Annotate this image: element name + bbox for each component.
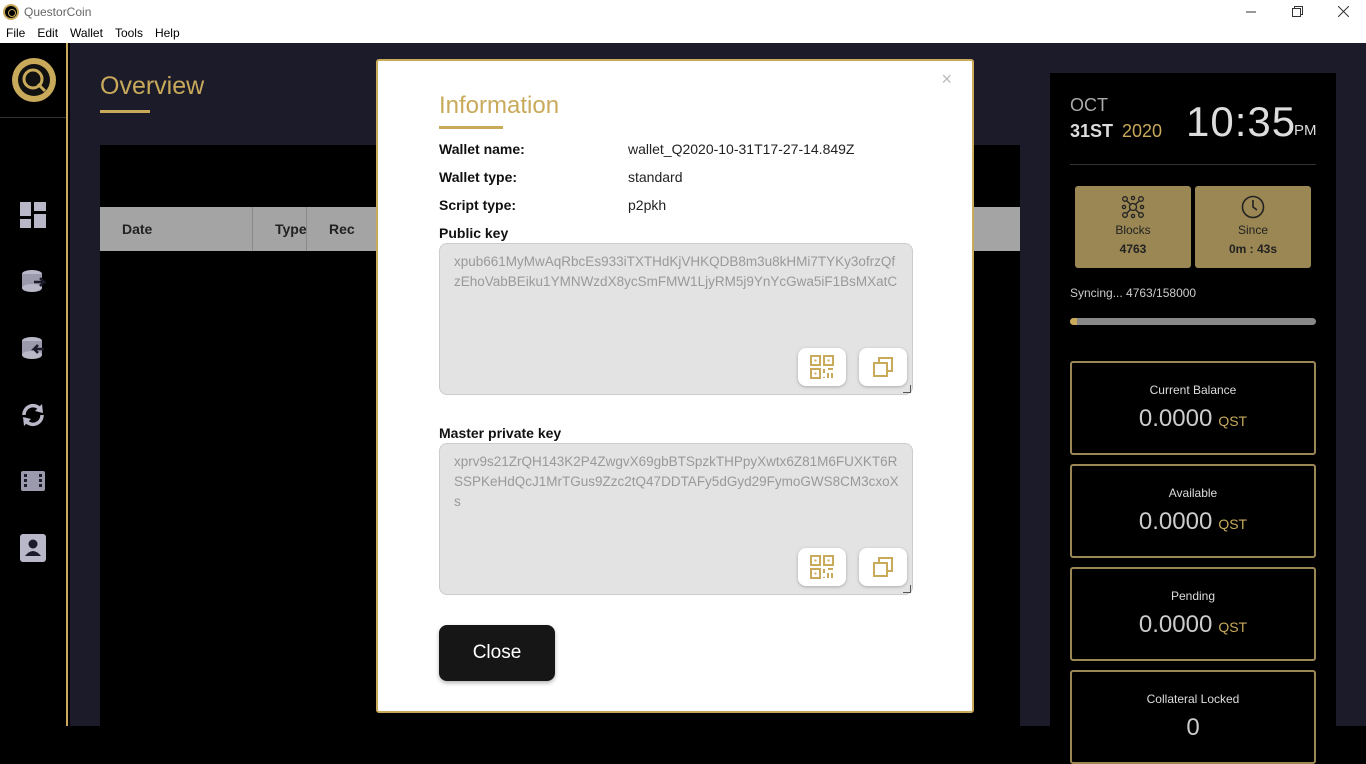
wallet-name-value: wallet_Q2020-10-31T17-27-14.849Z bbox=[628, 141, 855, 157]
script-type-value: p2pkh bbox=[628, 197, 667, 213]
copy-icon bbox=[873, 557, 893, 577]
minimize-icon[interactable] bbox=[1228, 0, 1274, 23]
restore-icon[interactable] bbox=[1274, 0, 1320, 23]
wallet-type-value: standard bbox=[628, 169, 683, 185]
close-button[interactable]: Close bbox=[439, 625, 555, 681]
dialog-title-underline bbox=[439, 126, 503, 129]
menu-help[interactable]: Help bbox=[149, 26, 186, 40]
resize-grip-icon[interactable] bbox=[903, 385, 911, 393]
menu-tools[interactable]: Tools bbox=[109, 26, 149, 40]
dialog-title: Information bbox=[439, 92, 560, 119]
close-window-icon[interactable] bbox=[1320, 0, 1366, 23]
private-key-copy-button[interactable] bbox=[859, 548, 907, 586]
master-private-key-field[interactable]: xprv9s21ZrQH143K2P4ZwgvX69gbBTSpzkTHPpyX… bbox=[439, 443, 913, 595]
qr-code-icon bbox=[810, 355, 834, 379]
qr-code-icon bbox=[810, 555, 834, 579]
public-key-text[interactable]: xpub661MyMwAqRbcEs933iTXTHdKjVHKQDB8m3u8… bbox=[454, 252, 900, 292]
app-logo-icon bbox=[3, 3, 19, 20]
public-key-qr-button[interactable] bbox=[798, 348, 846, 386]
copy-icon bbox=[873, 357, 893, 377]
menu-file[interactable]: File bbox=[0, 26, 31, 40]
menu-wallet[interactable]: Wallet bbox=[64, 26, 109, 40]
master-private-key-text[interactable]: xprv9s21ZrQH143K2P4ZwgvX69gbBTSpzkTHPpyX… bbox=[454, 452, 900, 512]
public-key-label: Public key bbox=[439, 225, 509, 241]
master-private-key-label: Master private key bbox=[439, 425, 562, 441]
information-dialog: × Information Wallet name: wallet_Q2020-… bbox=[376, 59, 974, 713]
public-key-field[interactable]: xpub661MyMwAqRbcEs933iTXTHdKjVHKQDB8m3u8… bbox=[439, 243, 913, 395]
menu-bar: File Edit Wallet Tools Help bbox=[0, 23, 1366, 43]
private-key-qr-button[interactable] bbox=[798, 548, 846, 586]
wallet-type-label: Wallet type: bbox=[439, 169, 518, 185]
script-type-label: Script type: bbox=[439, 197, 517, 213]
menu-edit[interactable]: Edit bbox=[31, 26, 64, 40]
title-bar: QuestorCoin bbox=[0, 0, 1366, 23]
resize-grip-icon[interactable] bbox=[903, 585, 911, 593]
dialog-close-icon[interactable]: × bbox=[941, 69, 952, 90]
public-key-copy-button[interactable] bbox=[859, 348, 907, 386]
wallet-name-label: Wallet name: bbox=[439, 141, 525, 157]
window-title: QuestorCoin bbox=[24, 4, 92, 19]
window-controls bbox=[1228, 0, 1366, 23]
